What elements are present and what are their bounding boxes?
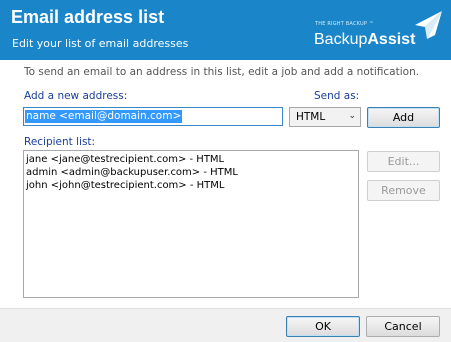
- add-address-label: Add a new address:: [24, 90, 128, 102]
- logo-tagline: THE RIGHT BACKUP ™: [315, 21, 375, 27]
- paper-plane-icon: [415, 11, 442, 39]
- send-as-label: Send as:: [314, 90, 360, 102]
- remove-button[interactable]: Remove: [367, 180, 440, 201]
- logo-wordmark: BackupAssist: [314, 31, 416, 48]
- cancel-button[interactable]: Cancel: [366, 316, 440, 337]
- send-as-select[interactable]: HTML ⌄: [289, 107, 361, 127]
- dialog-subtitle: Edit your list of email addresses: [12, 37, 189, 50]
- list-item[interactable]: jane <jane@testrecipient.com> - HTML: [26, 154, 224, 165]
- send-as-value: HTML: [296, 111, 326, 123]
- edit-button[interactable]: Edit...: [367, 151, 440, 172]
- instruction-text: To send an email to an address in this l…: [24, 66, 420, 78]
- backupassist-logo: THE RIGHT BACKUP ™ BackupAssist: [310, 9, 442, 51]
- new-address-input[interactable]: name <email@domain.com>: [23, 107, 283, 126]
- dialog-title: Email address list: [11, 7, 165, 27]
- ok-button[interactable]: OK: [286, 316, 360, 337]
- list-item[interactable]: admin <admin@backupuser.com> - HTML: [26, 167, 238, 178]
- dialog-header: Email address list Edit your list of ema…: [0, 0, 451, 60]
- add-button[interactable]: Add: [367, 107, 440, 128]
- new-address-value: name <email@domain.com>: [25, 110, 183, 123]
- recipient-list[interactable]: jane <jane@testrecipient.com> - HTML adm…: [23, 150, 359, 298]
- recipient-list-label: Recipient list:: [24, 136, 96, 148]
- list-item[interactable]: john <john@testrecipient.com> - HTML: [26, 180, 224, 191]
- chevron-down-icon: ⌄: [348, 111, 356, 121]
